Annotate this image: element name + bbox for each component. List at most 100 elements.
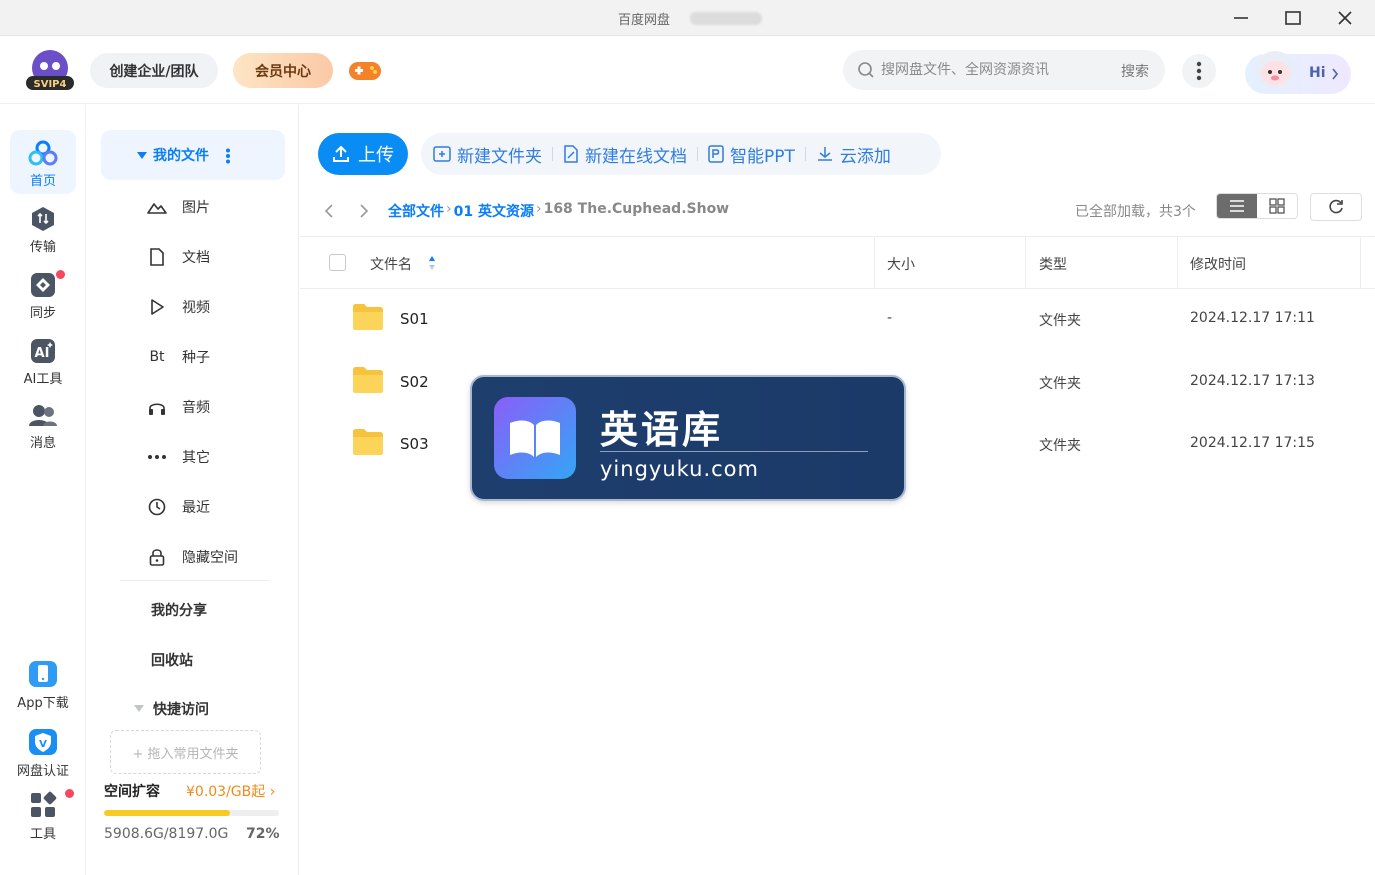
smart-ppt-button[interactable]: 智能PPT [708,142,795,167]
rail-label: App下载 [17,696,69,711]
app-header: SVIP4 创建企业/团队 会员中心 搜索 Hi [0,36,1375,104]
svip-logo[interactable]: SVIP4 [22,48,78,92]
more-vertical-icon[interactable] [225,148,231,164]
storage-upgrade-link[interactable]: ¥0.03/GB起 › [186,781,275,801]
folder-icon [353,367,383,393]
sidebar-item-images[interactable]: 图片 [146,192,296,222]
document-icon [146,246,168,268]
sort-icon[interactable] [428,255,436,271]
maximize-button[interactable] [1281,6,1305,30]
rail-item-home[interactable]: 首页 [10,130,76,194]
folder-icon [353,429,383,455]
more-menu-button[interactable] [1182,54,1216,88]
new-online-doc-button[interactable]: 新建在线文档 [563,142,687,167]
cloud-add-button[interactable]: 云添加 [816,142,891,167]
new-folder-button[interactable]: 新建文件夹 [433,142,542,167]
transfer-icon [32,207,54,231]
separator [804,147,806,161]
new-folder-icon [433,146,451,162]
search-button[interactable]: 搜索 [1121,61,1149,81]
cloud-add-icon [817,147,832,161]
minimize-button[interactable] [1229,6,1253,30]
message-icon [29,405,57,426]
breadcrumb-link-all-files[interactable]: 全部文件 [388,201,444,221]
breadcrumb-link-english-resources[interactable]: 01 英文资源 [454,201,534,221]
refresh-button[interactable] [1310,193,1362,221]
close-button[interactable] [1333,6,1357,30]
rail-item-ai-tools[interactable]: AI AI工具 [10,328,76,392]
sidebar-item-other[interactable]: 其它 [146,442,296,472]
sidebar-item-label: 文档 [182,250,210,266]
sidebar-item-audio[interactable]: 音频 [146,392,296,422]
upload-button[interactable]: 上传 [318,133,408,175]
separator [552,147,553,161]
sidebar-item-recent[interactable]: 最近 [146,492,296,522]
storage-progress-fill [104,810,230,816]
watermark-divider [600,451,868,452]
my-files-button[interactable]: 我的文件 [101,130,285,180]
create-team-button[interactable]: 创建企业/团队 [90,53,218,88]
home-icon [28,140,58,166]
list-view-button[interactable] [1217,194,1257,218]
audio-icon [146,396,168,418]
search-icon [858,62,874,78]
watermark-overlay: 英语库 yingyuku.com [470,375,906,501]
video-icon [146,296,168,318]
rail-item-verify[interactable]: V 网盘认证 [10,718,76,782]
chevron-right-icon [360,204,369,218]
rail-item-app-download[interactable]: App下载 [10,650,76,714]
minimize-icon [1234,17,1248,19]
toolbar: 上传 新建文件夹 新建在线文档 智能PPT 云添加 [318,133,941,175]
smart-ppt-label: 智能PPT [730,146,795,167]
back-button[interactable] [318,199,340,223]
game-icon[interactable] [347,56,383,84]
verify-icon: V [29,729,57,755]
assistant-hi-button[interactable]: Hi [1245,51,1351,94]
new-folder-label: 新建文件夹 [457,146,542,167]
new-doc-icon [564,145,578,163]
file-modified: 2024.12.17 17:15 [1190,435,1315,451]
watermark-title: 英语库 [600,408,724,452]
title-bar: 百度网盘 [0,0,1375,36]
vip-center-button[interactable]: 会员中心 [233,53,333,88]
list-view-icon [1230,200,1244,212]
recycle-bin-link[interactable]: 回收站 [151,650,193,670]
forward-button[interactable] [353,199,375,223]
sidebar-item-torrents[interactable]: Bt 种子 [146,342,296,372]
rail-item-message[interactable]: 消息 [10,394,76,458]
my-share-link[interactable]: 我的分享 [151,600,207,620]
cloud-add-label: 云添加 [839,146,891,167]
column-header-name[interactable]: 文件名 [370,254,412,274]
sidebar-item-videos[interactable]: 视频 [146,292,296,322]
svg-text:V: V [39,739,47,750]
sidebar-item-label: 图片 [182,200,210,216]
svg-text:AI: AI [35,346,50,361]
column-header-type[interactable]: 类型 [1039,254,1067,274]
image-icon [146,196,168,218]
left-rail: 首页 传输 同步 AI AI工具 消息 App下载 V 网盘认证 工具 [0,105,86,875]
rail-label: 工具 [29,827,56,842]
recent-icon [146,496,168,518]
chevron-right-icon [1332,68,1339,80]
sync-icon [31,273,55,297]
rail-item-sync[interactable]: 同步 [10,262,76,326]
search-input[interactable] [881,60,1101,80]
grid-view-button[interactable] [1257,194,1297,218]
storage-price: ¥0.03/GB起 [186,784,266,800]
quick-access-drop-zone[interactable]: + 拖入常用文件夹 [110,730,261,774]
column-separator [874,237,875,289]
table-row[interactable]: S01 - 文件夹 2024.12.17 17:11 [300,289,1375,351]
chevron-left-icon [324,204,333,218]
other-icon [146,446,168,468]
column-header-modified[interactable]: 修改时间 [1190,254,1246,274]
rail-item-transfer[interactable]: 传输 [10,196,76,260]
sidebar-divider [120,580,270,581]
rail-label: AI工具 [23,372,63,387]
select-all-checkbox[interactable] [329,254,346,271]
column-header-size[interactable]: 大小 [887,254,915,274]
sidebar-item-hidden-space[interactable]: 隐藏空间 [146,542,296,572]
storage-progress-bar [104,810,279,816]
rail-item-tools[interactable]: 工具 [10,781,76,845]
sidebar-item-documents[interactable]: 文档 [146,242,296,272]
sidebar-item-label: 最近 [182,500,210,516]
